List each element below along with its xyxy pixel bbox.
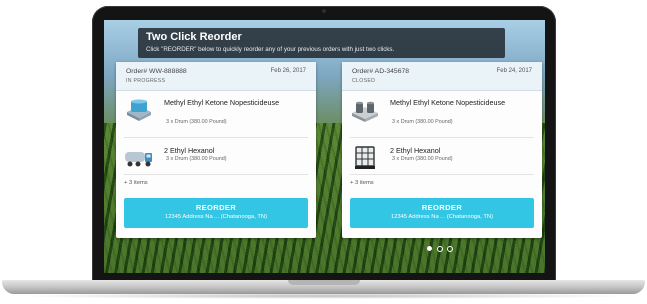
divider: [124, 137, 308, 138]
order-date: Feb 26, 2017: [270, 68, 306, 74]
item-name: Methyl Ethyl Ketone Nopesticideuse: [164, 98, 280, 107]
list-item: 2 Ethyl Hexanol 3 x Drum (380.00 Pound): [124, 144, 308, 184]
more-items-count: + 3 items: [124, 180, 148, 186]
drum-pallet-icon: [127, 99, 151, 121]
carousel-dot[interactable]: [427, 246, 432, 251]
order-card: Order# AD-345678 Feb 24, 2017 CLOSED Met…: [342, 62, 542, 238]
divider: [350, 174, 534, 175]
laptop-shadow: [12, 293, 635, 299]
list-item: Methyl Ethyl Ketone Nopesticideuse 3 x D…: [124, 96, 308, 136]
header-banner: Two Click Reorder Click "REORDER" below …: [138, 28, 505, 58]
tote-container-icon: [355, 146, 375, 169]
divider: [350, 137, 534, 138]
carousel-dot[interactable]: [447, 246, 453, 252]
camera-icon: [322, 9, 326, 13]
order-number: Order# WW-888888: [126, 68, 187, 75]
item-name: 2 Ethyl Hexanol: [164, 146, 215, 155]
barrel-pallet-icon: [352, 101, 378, 122]
page-title: Two Click Reorder: [146, 31, 242, 43]
order-card-header: Order# WW-888888 Feb 26, 2017 IN PROGRES…: [116, 62, 316, 91]
carousel-dot[interactable]: [437, 246, 443, 252]
list-item: 2 Ethyl Hexanol 3 x Drum (380.00 Pound): [350, 144, 534, 184]
reorder-label: REORDER: [195, 203, 237, 212]
order-status: IN PROGRESS: [126, 78, 166, 84]
divider: [124, 174, 308, 175]
item-quantity: 3 x Drum (380.00 Pound): [166, 119, 227, 125]
list-item: Methyl Ethyl Ketone Nopesticideuse 3 x D…: [350, 96, 534, 136]
page-subtitle: Click "REORDER" below to quickly reorder…: [146, 46, 395, 53]
order-status: CLOSED: [352, 78, 376, 84]
order-card: Order# WW-888888 Feb 26, 2017 IN PROGRES…: [116, 62, 316, 238]
item-name: Methyl Ethyl Ketone Nopesticideuse: [390, 98, 506, 107]
item-quantity: 3 x Drum (380.00 Pound): [166, 156, 227, 162]
reorder-button[interactable]: REORDER 12345 Address Na ... (Chatanooga…: [124, 198, 308, 228]
order-card-header: Order# AD-345678 Feb 24, 2017 CLOSED: [342, 62, 542, 91]
reorder-label: REORDER: [421, 203, 463, 212]
laptop-screen: Two Click Reorder Click "REORDER" below …: [104, 20, 545, 273]
item-quantity: 3 x Drum (380.00 Pound): [392, 156, 453, 162]
order-date: Feb 24, 2017: [496, 68, 532, 74]
item-quantity: 3 x Drum (380.00 Pound): [392, 119, 453, 125]
order-number: Order# AD-345678: [352, 68, 410, 75]
item-name: 2 Ethyl Hexanol: [390, 146, 441, 155]
delivery-address: 12345 Address Na ... (Chatanooga, TN): [164, 214, 268, 220]
reorder-button[interactable]: REORDER 12345 Address Na ... (Chatanooga…: [350, 198, 534, 228]
delivery-address: 12345 Address Na ... (Chatanooga, TN): [390, 214, 494, 220]
tanker-truck-icon: [125, 152, 152, 167]
laptop-notch: [288, 280, 360, 285]
more-items-count: + 3 items: [350, 180, 374, 186]
